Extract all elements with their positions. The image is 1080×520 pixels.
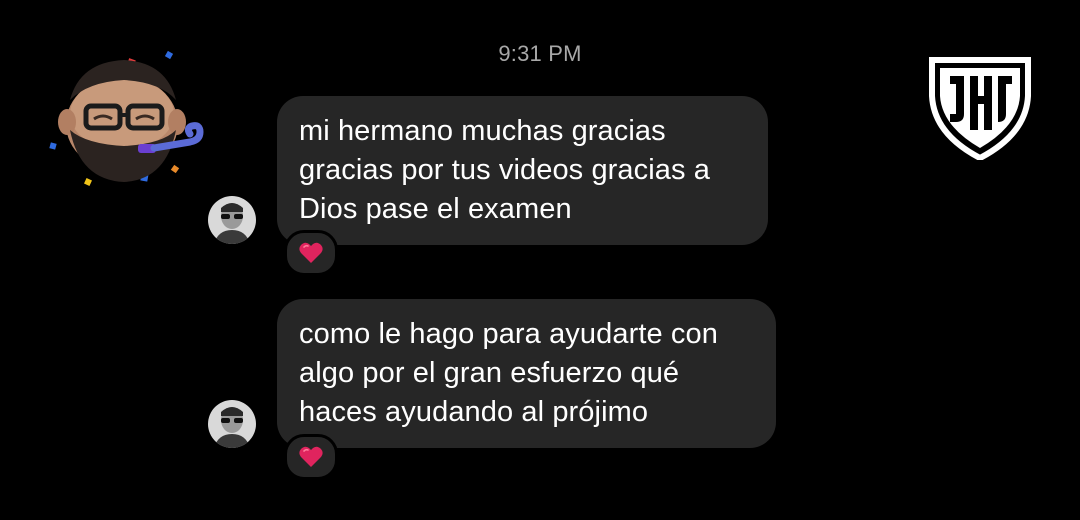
heart-reaction[interactable] bbox=[284, 230, 338, 276]
message-text-line: como le hago para ayudarte con bbox=[299, 318, 718, 350]
sender-avatar[interactable] bbox=[208, 196, 256, 244]
message-bubble[interactable]: como le hago para ayudarte con algo por … bbox=[277, 299, 776, 448]
shield-logo-icon bbox=[928, 52, 1032, 162]
message-bubble[interactable]: mi hermano muchas gracias gracias por tu… bbox=[277, 96, 768, 245]
message-text-line: gracias por tus videos gracias a bbox=[299, 154, 711, 186]
heart-reaction[interactable] bbox=[284, 434, 338, 480]
message-text-line: algo por el gran esfuerzo qué bbox=[299, 357, 680, 389]
message-text-line: Dios pase el examen bbox=[299, 193, 572, 225]
party-memoji-icon[interactable] bbox=[40, 40, 220, 200]
sender-avatar[interactable] bbox=[208, 400, 256, 448]
message-text-line: mi hermano muchas gracias bbox=[299, 115, 666, 147]
message-text-line: haces ayudando al prójimo bbox=[299, 396, 649, 428]
red-heart-icon bbox=[299, 446, 323, 467]
red-heart-icon bbox=[299, 242, 323, 263]
